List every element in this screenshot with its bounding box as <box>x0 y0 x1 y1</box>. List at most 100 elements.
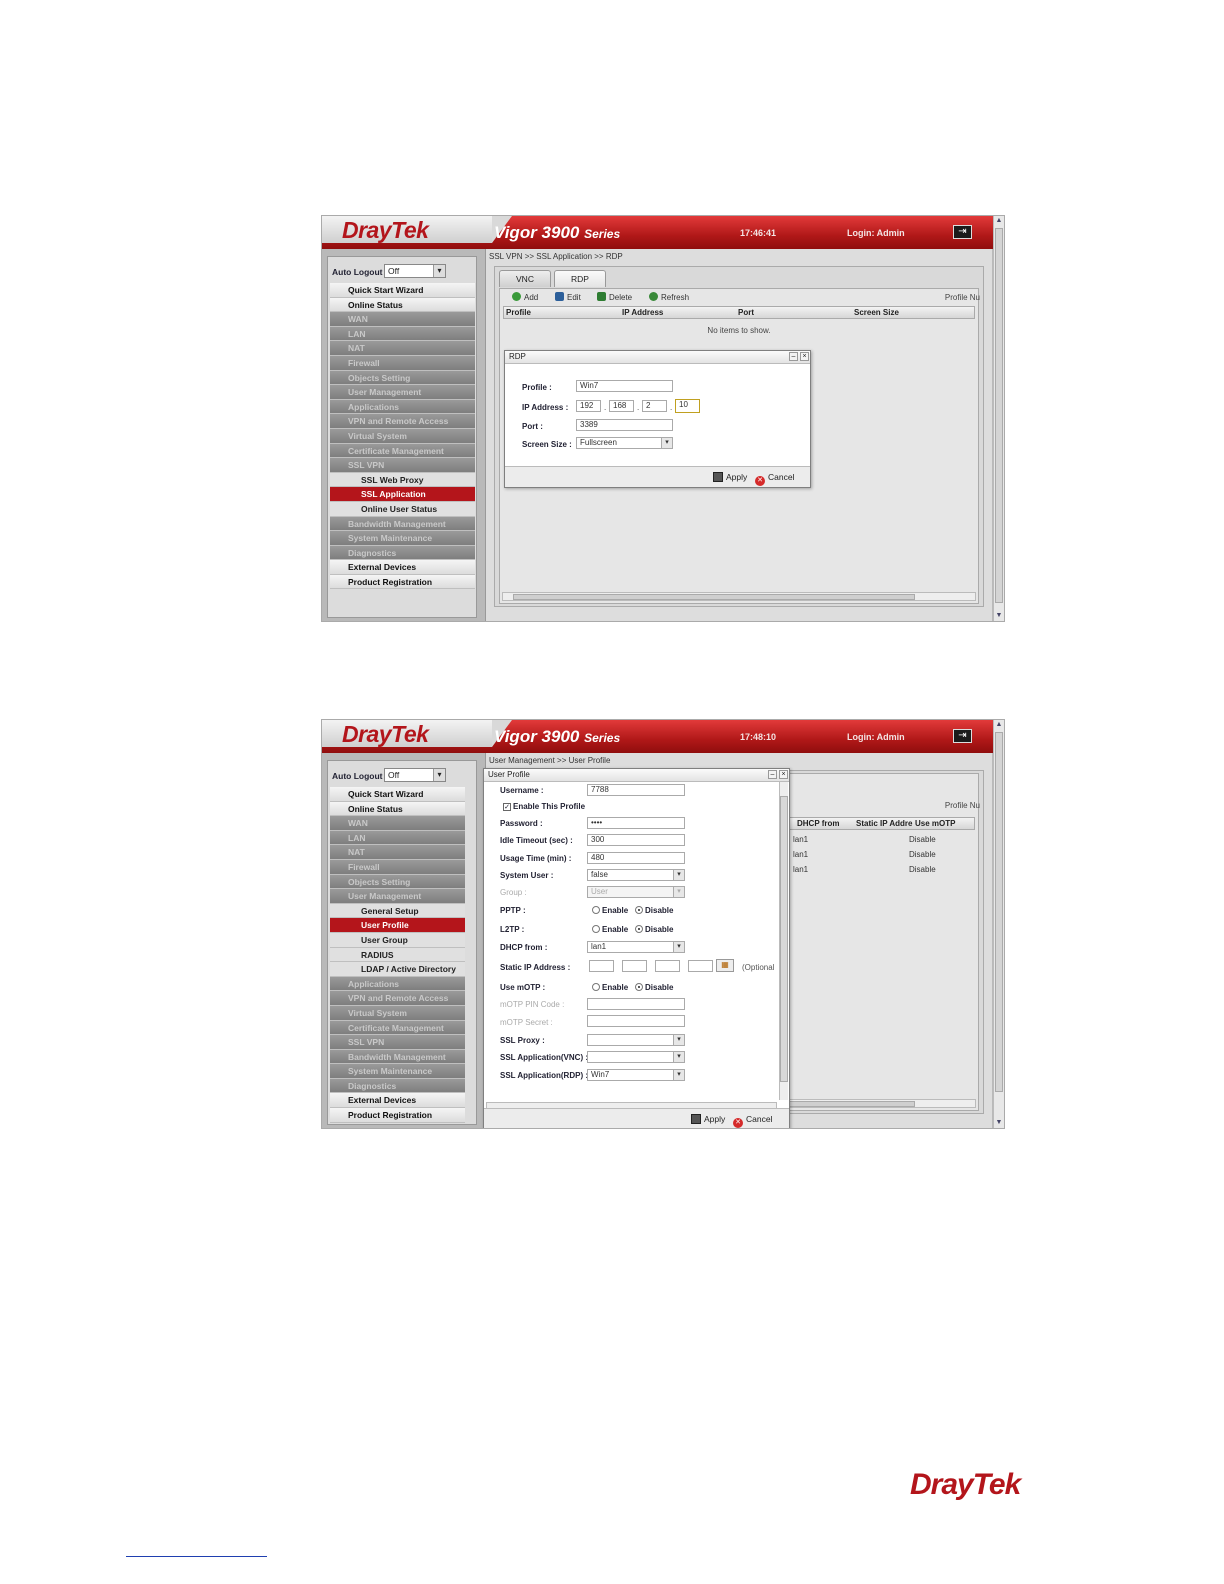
tab-rdp[interactable]: RDP <box>554 270 606 287</box>
logout-icon[interactable]: ⇥ <box>953 729 972 743</box>
scroll-down-icon[interactable]: ▼ <box>994 611 1004 621</box>
col-ip-address[interactable]: IP Address <box>622 308 663 317</box>
sidebar-item-ldap-active-directory[interactable]: LDAP / Active Directory <box>330 962 465 977</box>
static-ip-octet-1[interactable] <box>589 960 614 972</box>
sidebar-item-quick-start-wizard[interactable]: Quick Start Wizard <box>330 283 475 298</box>
ip-picker-icon[interactable]: ▦ <box>716 959 734 972</box>
minimize-icon[interactable]: – <box>768 770 777 779</box>
sidebar-item-nat[interactable]: NAT <box>330 845 465 860</box>
scroll-up-icon[interactable]: ▲ <box>994 216 1004 226</box>
col-profile[interactable]: Profile <box>506 308 531 317</box>
close-icon[interactable]: × <box>779 770 788 779</box>
horizontal-scrollbar[interactable] <box>502 592 976 601</box>
scroll-thumb[interactable] <box>995 732 1003 1092</box>
sidebar-item-system-maintenance[interactable]: System Maintenance <box>330 1064 465 1079</box>
sidebar-item-product-registration[interactable]: Product Registration <box>330 574 475 590</box>
l2tp-disable-radio[interactable]: Disable <box>635 925 673 934</box>
sidebar-item-applications[interactable]: Applications <box>330 976 465 992</box>
scroll-thumb[interactable] <box>995 228 1003 603</box>
col-static-ip[interactable]: Static IP Addre <box>856 819 912 828</box>
sidebar-item-firewall[interactable]: Firewall <box>330 355 475 371</box>
port-input[interactable]: 3389 <box>576 419 673 431</box>
sidebar-item-nat[interactable]: NAT <box>330 341 475 356</box>
idle-timeout-input[interactable]: 300 <box>587 834 685 846</box>
sidebar-item-user-group[interactable]: User Group <box>330 932 465 948</box>
sidebar-item-user-profile[interactable]: User Profile <box>330 918 465 933</box>
sidebar-item-certificate-management[interactable]: Certificate Management <box>330 443 475 459</box>
sidebar-item-online-user-status[interactable]: Online User Status <box>330 501 475 517</box>
sidebar-item-lan[interactable]: LAN <box>330 830 465 846</box>
col-port[interactable]: Port <box>738 308 754 317</box>
apply-button[interactable]: Apply <box>691 1114 725 1124</box>
sidebar-item-online-status[interactable]: Online Status <box>330 297 475 313</box>
edit-button[interactable]: Edit <box>555 292 581 302</box>
l2tp-enable-radio[interactable]: Enable <box>592 925 628 934</box>
refresh-button[interactable]: Refresh <box>649 292 689 302</box>
sidebar-item-firewall[interactable]: Firewall <box>330 859 465 875</box>
profile-input[interactable]: Win7 <box>576 380 673 392</box>
sidebar-item-objects-setting[interactable]: Objects Setting <box>330 370 475 386</box>
scroll-down-icon[interactable]: ▼ <box>994 1118 1004 1128</box>
tab-vnc[interactable]: VNC <box>499 270 551 287</box>
logout-icon[interactable]: ⇥ <box>953 225 972 239</box>
password-input[interactable]: •••• <box>587 817 685 829</box>
screen-size-select[interactable]: Fullscreen <box>576 437 673 449</box>
sidebar-item-bandwidth-management[interactable]: Bandwidth Management <box>330 516 475 532</box>
auto-logout-select[interactable]: Off <box>384 768 446 782</box>
sidebar-item-vpn-and-remote-access[interactable]: VPN and Remote Access <box>330 414 475 429</box>
col-use-motp[interactable]: Use mOTP <box>915 819 955 828</box>
dialog-scrollbar[interactable] <box>779 782 788 1100</box>
sidebar-item-system-maintenance[interactable]: System Maintenance <box>330 531 475 546</box>
sidebar-item-ssl-vpn[interactable]: SSL VPN <box>330 1035 465 1050</box>
motp-enable-radio[interactable]: Enable <box>592 983 628 992</box>
dhcp-from-select[interactable]: lan1 <box>587 941 685 953</box>
sidebar-item-wan[interactable]: WAN <box>330 312 475 327</box>
pptp-disable-radio[interactable]: Disable <box>635 906 673 915</box>
sidebar-item-general-setup[interactable]: General Setup <box>330 903 465 919</box>
col-dhcp-from[interactable]: DHCP from <box>797 819 840 828</box>
col-screen-size[interactable]: Screen Size <box>854 308 899 317</box>
scroll-up-icon[interactable]: ▲ <box>994 720 1004 730</box>
ip-octet-1[interactable]: 192 <box>576 400 601 412</box>
sidebar-item-ssl-vpn[interactable]: SSL VPN <box>330 458 475 473</box>
sidebar-item-ssl-application[interactable]: SSL Application <box>330 487 475 502</box>
sidebar-item-user-management[interactable]: User Management <box>330 385 475 400</box>
minimize-icon[interactable]: – <box>789 352 798 361</box>
sidebar-item-lan[interactable]: LAN <box>330 326 475 342</box>
sidebar-item-bandwidth-management[interactable]: Bandwidth Management <box>330 1049 465 1065</box>
sidebar-item-diagnostics[interactable]: Diagnostics <box>330 545 475 561</box>
sidebar-item-external-devices[interactable]: External Devices <box>330 560 475 575</box>
page-scrollbar[interactable]: ▲ ▼ <box>993 216 1004 621</box>
static-ip-octet-4[interactable] <box>688 960 713 972</box>
ssl-proxy-select[interactable] <box>587 1034 685 1046</box>
close-icon[interactable]: × <box>800 352 809 361</box>
sidebar-item-user-management[interactable]: User Management <box>330 889 465 904</box>
sidebar-item-vpn-and-remote-access[interactable]: VPN and Remote Access <box>330 991 465 1006</box>
cancel-button[interactable]: ✕ Cancel <box>733 1114 772 1128</box>
ssl-vnc-select[interactable] <box>587 1051 685 1063</box>
ip-octet-3[interactable]: 2 <box>642 400 667 412</box>
motp-secret-input[interactable] <box>587 1015 685 1027</box>
add-button[interactable]: Add <box>512 292 538 302</box>
sidebar-item-certificate-management[interactable]: Certificate Management <box>330 1020 465 1036</box>
sidebar-item-quick-start-wizard[interactable]: Quick Start Wizard <box>330 787 465 802</box>
motp-disable-radio[interactable]: Disable <box>635 983 673 992</box>
sidebar-item-objects-setting[interactable]: Objects Setting <box>330 874 465 890</box>
username-input[interactable]: 7788 <box>587 784 685 796</box>
usage-time-input[interactable]: 480 <box>587 852 685 864</box>
ip-octet-4[interactable]: 10 <box>675 399 700 413</box>
sidebar-item-product-registration[interactable]: Product Registration <box>330 1108 465 1123</box>
sidebar-item-online-status[interactable]: Online Status <box>330 801 465 817</box>
page-scrollbar[interactable]: ▲ ▼ <box>993 720 1004 1128</box>
apply-button[interactable]: Apply <box>713 472 747 482</box>
sidebar-item-virtual-system[interactable]: Virtual System <box>330 1005 465 1021</box>
static-ip-octet-2[interactable] <box>622 960 647 972</box>
sidebar-item-diagnostics[interactable]: Diagnostics <box>330 1078 465 1094</box>
sidebar-item-wan[interactable]: WAN <box>330 816 465 831</box>
ssl-rdp-select[interactable]: Win7 <box>587 1069 685 1081</box>
sidebar-item-ssl-web-proxy[interactable]: SSL Web Proxy <box>330 472 475 488</box>
ip-octet-2[interactable]: 168 <box>609 400 634 412</box>
cancel-button[interactable]: ✕ Cancel <box>755 472 794 486</box>
static-ip-octet-3[interactable] <box>655 960 680 972</box>
motp-pin-input[interactable] <box>587 998 685 1010</box>
